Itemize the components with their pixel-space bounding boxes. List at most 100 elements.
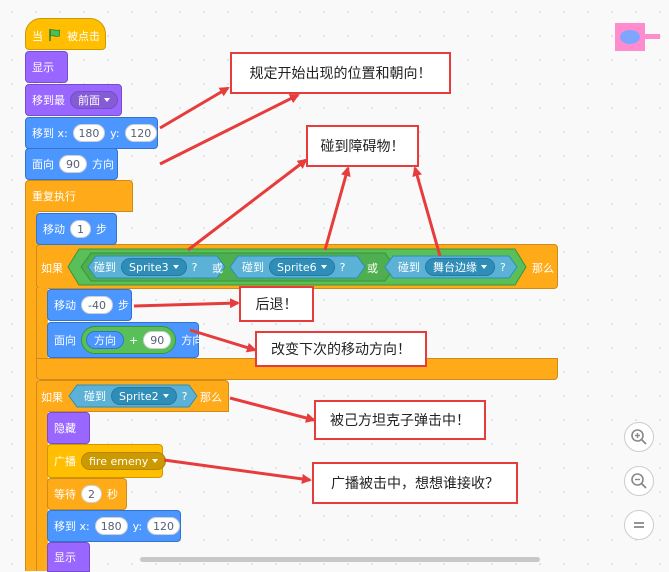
forever-block[interactable]: 重复执行	[25, 180, 133, 212]
show-block[interactable]: 显示	[25, 51, 68, 83]
tank-sprite-thumbnail	[614, 22, 660, 52]
steps-input[interactable]: 1	[70, 220, 91, 238]
hide-block[interactable]: 隐藏	[47, 412, 90, 444]
go-to-xy-block-2[interactable]: 移到 x: 180 y: 120	[47, 510, 181, 542]
touching-label: 碰到	[398, 261, 420, 274]
arrow-c3	[133, 298, 240, 309]
zoom-in-icon	[631, 429, 647, 445]
point-direction-plus-block[interactable]: 面向 方向 + 90 方向	[47, 322, 203, 358]
callout-back-off: 后退！	[239, 286, 314, 322]
forever-label: 重复执行	[32, 190, 76, 203]
point-in-direction-block[interactable]: 面向 90 方向	[25, 148, 118, 180]
arrow-c2-b	[323, 166, 351, 251]
steps-suffix: 步	[96, 223, 107, 236]
goto-y-label: y:	[110, 126, 120, 140]
move-label: 移动	[54, 299, 76, 312]
zoom-reset-icon	[634, 522, 644, 528]
if2-then-label: 那么	[200, 391, 222, 404]
chevron-down-icon	[320, 265, 327, 269]
broadcast-block[interactable]: 广播 fire emeny	[47, 444, 167, 478]
direction-suffix: 方向	[181, 334, 204, 347]
seconds-suffix: 秒	[107, 488, 118, 501]
show-label: 显示	[32, 61, 54, 74]
green-flag-icon	[48, 28, 62, 45]
direction-input[interactable]: 90	[59, 155, 87, 173]
zoom-out-icon	[631, 473, 647, 489]
callout-text: 广播被击中，想想谁接收？	[331, 476, 499, 492]
callout-hit-obstacle: 碰到障碍物！	[306, 125, 419, 167]
when-label: 当	[32, 30, 43, 43]
chevron-down-icon	[104, 98, 110, 102]
goto-y-label: y:	[132, 519, 143, 533]
goto-x-label: 移到 x:	[54, 520, 90, 533]
touch-target-dropdown[interactable]: Sprite6	[269, 258, 335, 276]
chevron-down-icon	[152, 459, 159, 463]
seconds-input[interactable]: 2	[81, 485, 102, 503]
arrow-c6	[163, 458, 312, 484]
touch-target-dropdown[interactable]: 舞台边缘	[425, 258, 495, 276]
steps-suffix: 步	[117, 299, 129, 312]
touch-target-value: Sprite2	[119, 389, 159, 403]
or-label: 或	[367, 262, 378, 275]
go-to-front-block[interactable]: 移到最 前面	[25, 84, 122, 116]
callout-text: 规定开始出现的位置和朝向！	[249, 66, 432, 82]
point-label: 面向	[54, 334, 76, 347]
question-mark: ?	[191, 260, 198, 274]
touch-target-value: 舞台边缘	[433, 261, 477, 274]
layer-dropdown[interactable]: 前面	[70, 91, 118, 109]
touching-edge[interactable]: 碰到 舞台边缘 ?	[388, 256, 516, 278]
steps-input[interactable]: -40	[81, 296, 113, 314]
y-input[interactable]: 120	[147, 517, 180, 535]
question-mark: ?	[500, 260, 506, 274]
touch-target-value: Sprite6	[277, 260, 317, 274]
go-front-label: 移到最	[32, 94, 65, 107]
callout-text: 后退！	[255, 297, 298, 313]
arrow-c2-a	[187, 158, 308, 252]
arrow-c1-b	[159, 93, 300, 166]
chevron-down-icon	[172, 265, 179, 269]
direction-reporter[interactable]: 方向	[86, 331, 124, 349]
show-label: 显示	[54, 551, 76, 564]
goto-x-label: 移到 x:	[32, 127, 68, 140]
x-input[interactable]: 180	[94, 517, 128, 535]
point-label: 面向	[32, 158, 54, 171]
arrow-c2-c	[412, 166, 442, 257]
move-label: 移动	[43, 223, 65, 236]
plus-label: +	[129, 333, 139, 347]
move-back-block[interactable]: 移动 -40 步	[47, 289, 132, 321]
show-block-2[interactable]: 显示	[47, 542, 90, 572]
wait-block[interactable]: 等待 2 秒	[47, 478, 127, 510]
callout-text: 改变下次的移动方向！	[271, 342, 411, 358]
go-to-xy-block[interactable]: 移到 x: 180 y: 120	[25, 117, 158, 149]
add-operator[interactable]: 方向 + 90	[81, 326, 177, 354]
horizontal-scrollbar[interactable]	[140, 557, 540, 562]
y-input[interactable]: 120	[124, 124, 157, 142]
callout-broadcast-receiver: 广播被击中，想想谁接收？	[312, 462, 518, 504]
direction-reporter-label: 方向	[94, 334, 116, 347]
x-input[interactable]: 180	[72, 124, 106, 142]
broadcast-label: 广播	[54, 455, 76, 468]
when-flag-clicked-block[interactable]: 当 被点击	[25, 18, 106, 50]
touching-label: 碰到	[242, 261, 264, 274]
callout-text: 碰到障碍物！	[320, 139, 405, 155]
touching-sprite2[interactable]: 碰到 Sprite2 ?	[74, 385, 197, 407]
clicked-label: 被点击	[67, 30, 100, 43]
if1-then-label: 那么	[532, 262, 554, 275]
zoom-reset-button[interactable]	[624, 510, 654, 540]
if2-label: 如果	[41, 391, 63, 404]
hide-label: 隐藏	[54, 422, 76, 435]
touch-target-value: Sprite3	[129, 260, 169, 274]
callout-hit-by-bullet: 被己方坦克子弹击中！	[314, 400, 486, 440]
zoom-in-button[interactable]	[624, 422, 654, 452]
callout-text: 被己方坦克子弹击中！	[330, 413, 470, 429]
arrow-c1-a	[159, 86, 230, 130]
touch-target-dropdown[interactable]: Sprite3	[121, 258, 187, 276]
touch-target-dropdown[interactable]: Sprite2	[111, 387, 177, 405]
move-steps-block[interactable]: 移动 1 步	[36, 213, 117, 245]
wait-label: 等待	[54, 488, 76, 501]
touching-sprite6[interactable]: 碰到 Sprite6 ?	[232, 256, 355, 278]
broadcast-message-dropdown[interactable]: fire emeny	[81, 452, 167, 470]
zoom-out-button[interactable]	[624, 466, 654, 496]
touching-sprite3[interactable]: 碰到 Sprite3 ?	[84, 256, 207, 278]
addend-input[interactable]: 90	[143, 331, 172, 349]
